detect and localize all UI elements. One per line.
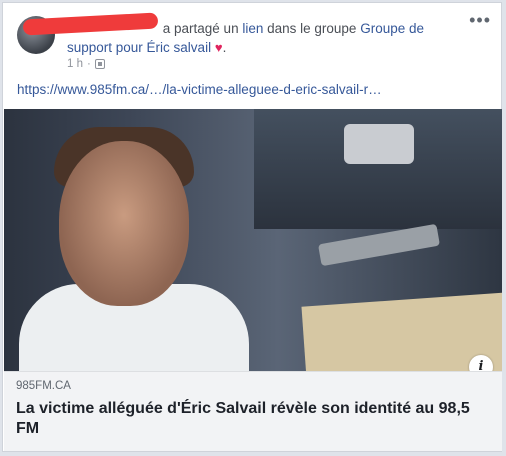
more-options-icon[interactable]: ••• (469, 11, 491, 29)
header-period: . (222, 40, 227, 55)
post-url-link[interactable]: https://www.985fm.ca/…/la-victime-allegu… (17, 82, 382, 97)
heart-icon: ♥ (214, 40, 223, 55)
action-text: a partagé un (162, 21, 239, 36)
post-card: a partagé un lien dans le groupe Groupe … (2, 2, 502, 452)
microphone-head (344, 124, 414, 164)
post-timestamp[interactable]: 1 h (67, 58, 83, 70)
link-domain: 985FM.CA (16, 380, 71, 392)
link-preview-image[interactable] (4, 109, 502, 371)
link-title[interactable]: La victime alléguée d'Éric Salvail révèl… (16, 399, 486, 439)
microphone-arm (318, 223, 440, 267)
shared-link[interactable]: lien (242, 21, 263, 36)
post-header: a partagé un lien dans le groupe Groupe … (67, 19, 462, 57)
person-face (59, 141, 189, 306)
link-preview-caption[interactable]: 985FM.CA La victime alléguée d'Éric Salv… (4, 371, 502, 451)
group-prefix: dans le groupe (267, 21, 357, 36)
post-meta: 1 h · (67, 58, 105, 70)
group-privacy-icon (94, 59, 105, 69)
